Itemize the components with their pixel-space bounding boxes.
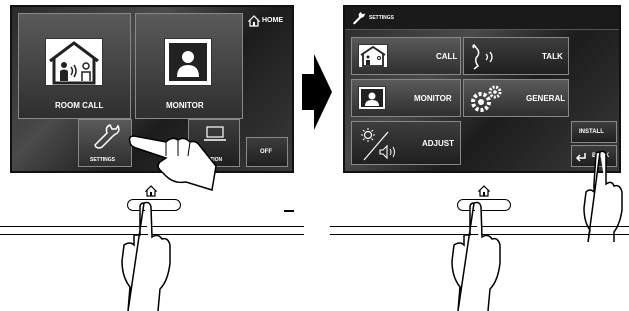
room-call-label: ROOM CALL [55,101,104,110]
settings-label: SETTINGS [90,157,116,163]
settings-monitor-label: MONITOR [414,94,452,103]
call-button[interactable]: CALL [351,37,461,75]
wrench-icon [353,12,365,25]
handset-icon [472,44,493,70]
room-call-icon-box [45,38,103,86]
settings-button[interactable]: SETTINGS [78,119,132,167]
general-button[interactable]: GENERAL [463,79,569,117]
talk-button[interactable]: TALK [463,37,569,75]
right-screen: SETTINGS CALL TALK MONITOR GENERAL ADJUS… [343,5,621,173]
right-home-key-icon [478,185,490,197]
hand-pointer-icon [128,135,217,191]
monitor-icon [169,43,207,81]
hand-pointer-icon [583,150,623,242]
settings-monitor-button[interactable]: MONITOR [351,79,461,117]
settings-header: SETTINGS [345,7,619,30]
off-label: OFF [260,149,272,155]
adjust-label: ADJUST [422,139,455,148]
call-label: CALL [436,52,458,61]
install-label: INSTALL [579,129,604,135]
room-call-icon [49,41,99,85]
home-icon [248,15,260,27]
talk-label: TALK [542,52,563,61]
left-indicator [284,210,294,212]
settings-monitor-icon-box [358,86,386,110]
hand-pointer-icon [451,201,501,311]
monitor-icon-box [164,38,212,86]
hand-pointer-icon [121,201,171,311]
room-call-button[interactable]: ROOM CALL [18,13,131,119]
wrench-icon [94,124,120,149]
arrow-right-icon [302,54,332,130]
room-call-icon [360,45,386,67]
home-header: HOME [248,15,292,29]
monitor-icon [361,89,383,107]
brightness-volume-icon [361,128,395,161]
monitor-label: MONITOR [166,101,204,110]
call-icon-box [358,44,388,68]
off-button[interactable]: OFF [246,137,288,167]
install-button[interactable]: INSTALL [571,121,617,143]
general-label: GENERAL [526,94,566,103]
home-label: HOME [262,17,283,24]
monitor-button[interactable]: MONITOR [135,13,243,119]
settings-title: SETTINGS [369,15,395,21]
gears-icon [471,85,502,112]
adjust-button[interactable]: ADJUST [351,121,461,165]
